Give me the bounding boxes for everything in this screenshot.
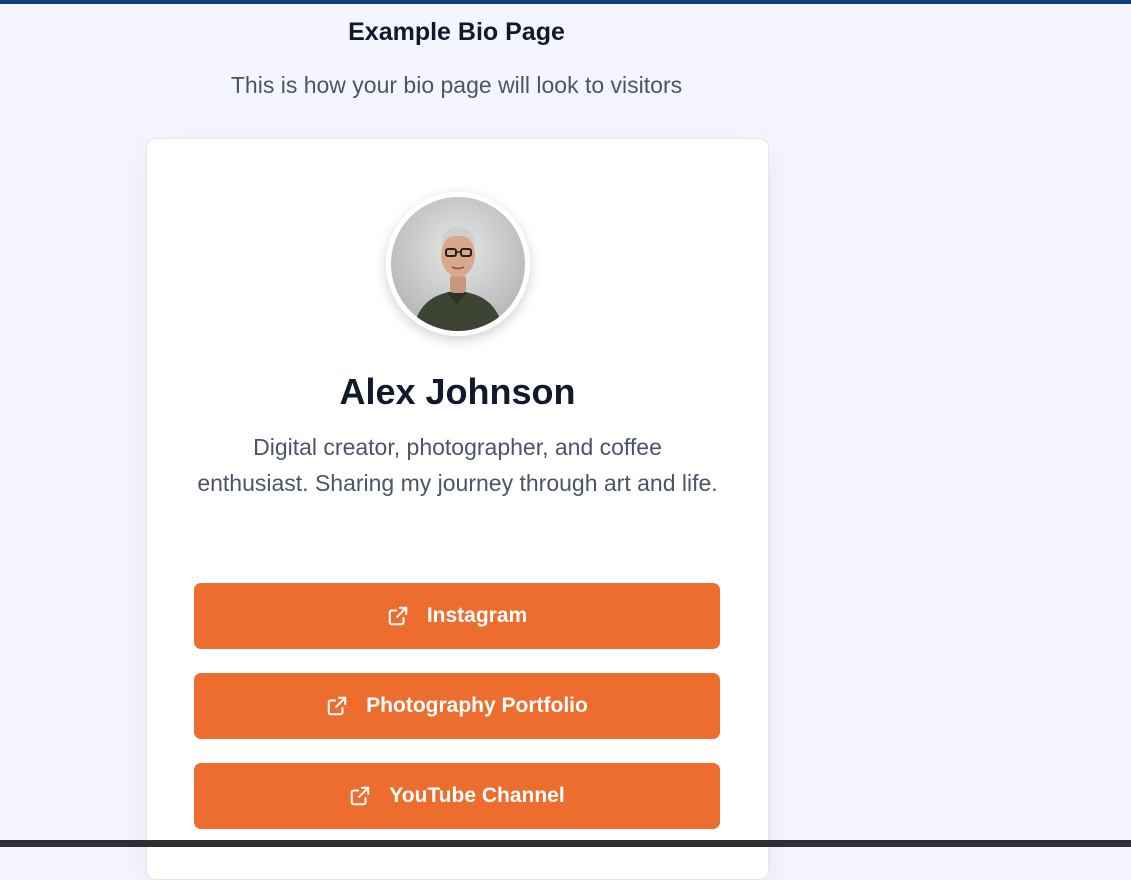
profile-bio: Digital creator, photographer, and coffe… <box>197 434 718 496</box>
external-link-icon <box>351 786 370 806</box>
link-label: Instagram <box>426 604 528 627</box>
links-list: Instagram Photography Portfolio YouTube … <box>194 583 720 853</box>
link-label: YouTube Channel <box>389 784 565 807</box>
taskbar-strip <box>0 840 1131 847</box>
link-label: Photography Portfolio <box>366 694 588 717</box>
external-link-icon <box>327 696 347 716</box>
link-button-youtube-channel[interactable]: YouTube Channel <box>194 763 720 829</box>
profile-photo-icon <box>413 227 503 331</box>
page-title: Example Bio Page <box>348 18 565 46</box>
external-link-icon <box>388 606 408 626</box>
page-subtitle: This is how your bio page will look to v… <box>230 72 683 98</box>
profile-avatar <box>386 192 530 336</box>
top-accent-bar <box>0 0 1131 4</box>
profile-name: Alex Johnson <box>339 371 576 412</box>
link-button-photography-portfolio[interactable]: Photography Portfolio <box>194 673 720 739</box>
link-button-instagram[interactable]: Instagram <box>194 583 720 649</box>
bio-preview-card: Alex Johnson Digital creator, photograph… <box>146 138 769 880</box>
